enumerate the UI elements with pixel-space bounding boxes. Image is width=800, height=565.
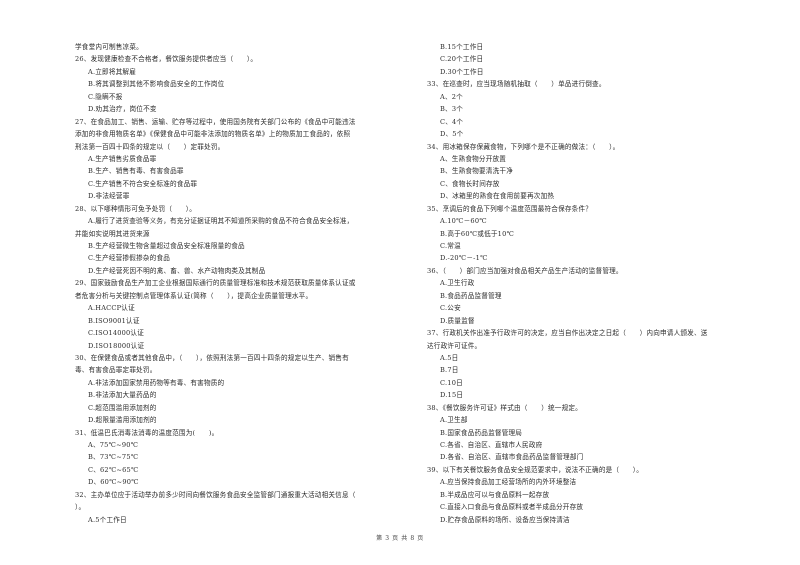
- answer-option: D.生产经营死因不明的禽、畜、兽、水产动物肉类及其制品: [88, 266, 266, 275]
- answer-option: B.15个工作日: [440, 43, 484, 51]
- answer-option: B.ISO9001认证: [88, 316, 140, 325]
- answer-option: B、3个: [440, 105, 464, 114]
- answer-option: A.卫生部: [440, 416, 468, 425]
- question-text: 38、《餐饮服务许可证》样式由（ ）统一规定。: [427, 403, 582, 412]
- answer-option: C.各省、自治区、直辖市人民政府: [440, 441, 543, 449]
- question-text: 29、国家鼓励食品生产加工企业根据国际通行的质量管理标准和技术规范获取质量体系认…: [75, 279, 356, 288]
- left-column: 学食堂内可制售凉菜。 26、发现健康检查不合格者，餐饮服务提供者应当（ ）。 A.立…: [75, 41, 425, 526]
- question-text: 36、（ ）部门应当加强对食品相关产品生产活动的监督管理。: [427, 266, 623, 275]
- answer-option: D、60℃~90℃: [88, 478, 139, 487]
- answer-option: D.15日: [440, 391, 464, 400]
- question-text: 32、主办单位应于活动举办前多少时间向餐饮服务食品安全监管部门通报重大活动相关信…: [75, 490, 356, 499]
- answer-option: B.国家食品药品监督管理局: [440, 428, 523, 437]
- answer-option: A.HACCP认证: [88, 304, 135, 313]
- answer-option: C.10日: [440, 378, 463, 387]
- answer-option: A.卫生行政: [440, 279, 475, 288]
- answer-option: A.5个工作日: [88, 515, 127, 524]
- question-text: 27、在食品加工、销售、运输、贮存等过程中，使用国务院有关部门公布的《食品中可能…: [75, 117, 356, 126]
- answer-option: A.10℃－60℃: [440, 217, 487, 226]
- question-text: 39、以下有关餐饮服务食品安全规范要求中，说法不正确的是（ ）。: [427, 465, 644, 474]
- answer-option: A、生熟食物分开放置: [440, 154, 507, 163]
- answer-option: A、2个: [440, 92, 463, 101]
- answer-option: B.7日: [440, 366, 459, 375]
- answer-option: D、冰箱里的熟食在食用前要再次加热: [440, 192, 555, 201]
- answer-option: C.公安: [440, 304, 461, 313]
- page-footer: 第 3 页 共 8 页: [376, 535, 424, 542]
- answer-option: B、生熟食物要清洗干净: [440, 167, 513, 176]
- answer-option: D.质量监督: [440, 316, 475, 325]
- answer-option: C.ISO14000认证: [88, 329, 144, 338]
- answer-option: A.履行了进货查验等义务，有充分证据证明其不知道所采购的食品不符合食品安全标准，: [88, 217, 354, 226]
- answer-option: D.ISO18000认证: [88, 341, 145, 350]
- answer-option: C、食物长时间存放: [440, 179, 500, 188]
- answer-option: B.非法添加大量药品的: [88, 391, 157, 400]
- body-text: 学食堂内可制售凉菜。: [75, 43, 143, 51]
- answer-option: B.生产、销售有毒、有害食品罪: [88, 167, 184, 176]
- answer-option: C.隐瞒不报: [88, 92, 123, 101]
- answer-option: D.超限量滥用添加剂的: [88, 416, 157, 425]
- answer-option: B、73℃~75℃: [88, 453, 139, 462]
- question-text: 刑法第一百四十四条的规定以（ ）定罪处罚。: [75, 142, 225, 151]
- question-text: 30、在保健食品或者其他食品中，（ ），依照刑法第一百四十四条的规定以生产、销售…: [75, 353, 349, 362]
- question-text: 34、用冰箱保存保藏食物，下列哪个是不正确的做法：（ ）。: [427, 142, 620, 151]
- question-text: 33、在巡查时，应当现场随机抽取（ ）单品进行倒查。: [427, 80, 606, 89]
- question-text: 31、低温巴氏消毒法消毒的温度范围为( )。: [75, 428, 219, 437]
- answer-option: A.生产销售劣质食品罪: [88, 154, 157, 163]
- question-text: 35、烹调后的食品下列哪个温度范围最符合保存条件？: [427, 204, 593, 213]
- right-column: B.15个工作日 C.20个工作日 D.30个工作日 33、在巡查时，应当现场随机抽取…: [427, 41, 767, 526]
- question-text: 28、以下哪种情形可免予处罚（ ）。: [75, 204, 196, 213]
- answer-option: D.非法经营罪: [88, 192, 130, 201]
- answer-option: C.20个工作日: [440, 55, 484, 64]
- question-text: 并能如实说明其进货来源: [75, 229, 150, 238]
- answer-option: A.立即将其解雇: [88, 67, 137, 76]
- answer-option: B.将其调整到其他不影响食品安全的工作岗位: [88, 80, 225, 89]
- answer-option: C.常温: [440, 242, 461, 250]
- answer-option: A.非法添加国家禁用药物等有毒、有害物质的: [88, 378, 225, 387]
- answer-option: C、62℃~65℃: [88, 465, 139, 474]
- question-text: 26、发现健康检查不合格者，餐饮服务提供者应当（ ）。: [75, 55, 258, 64]
- answer-option: A.5日: [440, 353, 459, 362]
- answer-option: B.半成品应可以与食品原料一起存放: [440, 490, 550, 499]
- answer-option: D.30个工作日: [440, 67, 484, 76]
- answer-option: C、4个: [440, 117, 464, 126]
- answer-option: D、5个: [440, 130, 464, 139]
- question-text: 达行政许可证件。: [427, 341, 482, 350]
- question-text: 37、行政机关作出准予行政许可的决定，应当自作出决定之日起（ ）内向申请人颁发、…: [427, 329, 708, 338]
- answer-option: C.超范围滥用添加剂的: [88, 403, 157, 412]
- question-text: 添加的非食用物质名单》《保健食品中可能非法添加的物质名单》上的物质加工食品的，依…: [75, 130, 351, 139]
- answer-option: A.应当保持食品加工经营场所的内外环境整洁: [440, 478, 577, 487]
- answer-option: B.高于60℃或低于10℃: [440, 229, 515, 238]
- answer-option: C.生产销售不符合安全标准的食品罪: [88, 179, 198, 188]
- question-text: 者危害分析与关键控制点管理体系认证(简称（ ），提高企业质量管理水平。: [75, 291, 313, 300]
- answer-option: C.直接入口食品与食品原料或者半成品分开存放: [440, 503, 584, 512]
- question-text: ）。: [75, 503, 86, 512]
- answer-option: D.-20℃－-1℃: [440, 254, 488, 263]
- answer-option: D.贮存食品原料的场所、设备应当保持清洁: [440, 515, 570, 524]
- answer-option: B.食品药品监督管理: [440, 291, 502, 300]
- answer-option: C.生产经营掺假掺杂的食品: [88, 254, 171, 263]
- answer-option: D.劝其治疗，岗位不变: [88, 105, 157, 114]
- answer-option: D.各省、自治区、直辖市食品药品监督管理部门: [440, 453, 584, 462]
- answer-option: B.生产经营微生物含量超过食品安全标准限量的食品: [88, 242, 245, 250]
- question-text: 毒、有害食品罪定罪处罚。: [75, 366, 157, 375]
- answer-option: A、75℃~90℃: [88, 441, 139, 449]
